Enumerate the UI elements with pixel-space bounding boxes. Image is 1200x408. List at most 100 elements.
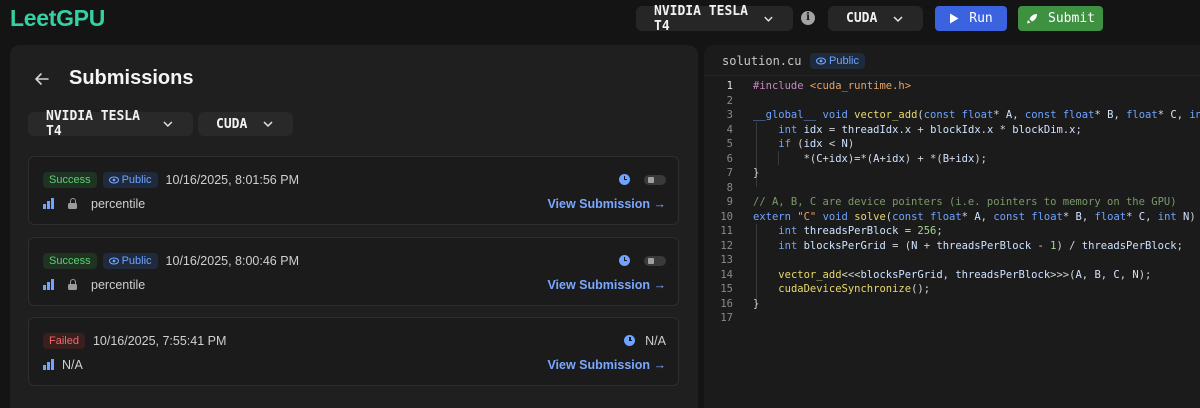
line-number: 2 (726, 94, 733, 107)
line-content: // A, B, C are device pointers (i.e. poi… (753, 196, 1177, 208)
bar-chart-icon (43, 198, 54, 209)
runtime-hidden (644, 174, 666, 185)
lock-icon (648, 176, 654, 183)
code-line: 5 if (idx < N) (704, 137, 1200, 152)
line-content: int threadsPerBlock = 256; (778, 225, 943, 237)
logo[interactable]: LeetGPU (10, 5, 105, 32)
line-content: vector_add<<<blocksPerGrid, threadsPerBl… (778, 268, 1152, 281)
line-content: } (753, 297, 760, 310)
language-select-value: CUDA (846, 11, 878, 26)
line-number: 8 (726, 181, 733, 194)
chevron-down-icon (764, 16, 773, 22)
code-line: 9 // A, B, C are device pointers (i.e. po… (704, 195, 1200, 210)
rocket-icon (1027, 13, 1038, 23)
submission-timestamp: 10/16/2025, 7:55:41 PM (92, 333, 227, 348)
line-number: 4 (726, 123, 733, 136)
chevron-down-icon (263, 121, 273, 128)
code-line: 15 cudaDeviceSynchronize(); (704, 282, 1200, 297)
view-submission-link[interactable]: View Submission → (547, 278, 666, 292)
visibility-label: Public (121, 173, 152, 186)
code-line: 10 extern "C" void solve(const float* A, … (704, 210, 1200, 225)
line-content: int blocksPerGrid = (N + threadsPerBlock… (778, 239, 1183, 252)
gpu-select[interactable]: NVIDIA TESLA T4 (636, 3, 793, 34)
code-line: 1 #include <cuda_runtime.h> (704, 79, 1200, 94)
filter-gpu-select[interactable]: NVIDIA TESLA T4 (28, 109, 193, 139)
line-number: 5 (726, 138, 733, 150)
visibility-badge: Public (102, 252, 158, 269)
line-content: *(C+idx)=*(A+idx) + *(B+idx); (753, 152, 987, 165)
filter-gpu-value: NVIDIA TESLA T4 (46, 109, 140, 139)
line-number: 7 (726, 167, 733, 179)
line-number: 15 (720, 283, 733, 295)
editor-divider (704, 75, 1200, 76)
editor-filename-tab[interactable]: solution.cu (722, 54, 801, 68)
visibility-badge: Public (102, 171, 158, 188)
submission-card: Failed 10/16/2025, 7:55:41 PM N/A N/A Vi… (28, 317, 679, 386)
status-badge: Success (43, 252, 97, 269)
eye-icon (108, 175, 119, 184)
line-content: int idx = threadIdx.x + blockIdx.x * blo… (778, 123, 1082, 136)
line-content: cudaDeviceSynchronize(); (778, 283, 931, 295)
clock-icon (619, 174, 630, 185)
submit-button[interactable]: Submit (1018, 6, 1103, 31)
view-submission-link[interactable]: View Submission → (547, 197, 666, 211)
status-badge: Failed (43, 332, 85, 349)
runtime-hidden (644, 255, 666, 266)
line-content: #include <cuda_runtime.h> (753, 80, 912, 92)
line-content: extern "C" void solve(const float* A, co… (753, 210, 1196, 223)
run-button[interactable]: Run (935, 6, 1007, 31)
code-line: 2 (704, 94, 1200, 109)
code-line: 14 vector_add<<<blocksPerGrid, threadsPe… (704, 268, 1200, 283)
code-area[interactable]: 1 #include <cuda_runtime.h> 2 3 __global__ v… (704, 79, 1200, 326)
submission-timestamp: 10/16/2025, 8:01:56 PM (165, 172, 299, 187)
line-number: 13 (720, 254, 733, 266)
code-line: 11 int threadsPerBlock = 256; (704, 224, 1200, 239)
percentile-value: N/A (62, 357, 83, 372)
play-icon (950, 13, 959, 24)
run-button-label: Run (969, 11, 993, 26)
submission-card: Success Public 10/16/2025, 8:01:56 PM pe… (28, 156, 679, 225)
status-badge: Success (43, 171, 97, 188)
bar-chart-icon (43, 359, 54, 370)
top-bar: LeetGPU NVIDIA TESLA T4 i CUDA Run Submi… (0, 0, 1200, 40)
code-line: 16} (704, 297, 1200, 312)
runtime-value: N/A (645, 333, 666, 348)
line-number: 16 (720, 297, 733, 310)
submission-timestamp: 10/16/2025, 8:00:46 PM (165, 253, 299, 268)
line-number: 3 (726, 109, 733, 121)
filter-language-value: CUDA (216, 116, 248, 132)
clock-icon (619, 255, 630, 266)
line-number: 9 (726, 196, 733, 208)
eye-icon (816, 57, 826, 65)
code-line: 12 int blocksPerGrid = (N + threadsPerBl… (704, 239, 1200, 254)
submission-card: Success Public 10/16/2025, 8:00:46 PM pe… (28, 237, 679, 306)
language-select[interactable]: CUDA (828, 6, 923, 31)
lock-icon (648, 257, 654, 264)
line-content: __global__ void vector_add(const float* … (753, 109, 1200, 121)
visibility-label: Public (121, 254, 152, 267)
view-submission-link[interactable]: View Submission → (547, 358, 666, 372)
bar-chart-icon (43, 279, 54, 290)
lock-icon (68, 198, 77, 209)
eye-icon (108, 256, 119, 265)
clock-icon (624, 335, 636, 346)
editor-visibility-label: Public (829, 55, 859, 67)
submissions-panel: Submissions NVIDIA TESLA T4 CUDA Success… (10, 45, 698, 408)
code-line: 4 int idx = threadIdx.x + blockIdx.x * b… (704, 123, 1200, 138)
code-line: 13 (704, 253, 1200, 268)
percentile-label: percentile (91, 277, 146, 292)
line-content: } (753, 167, 760, 179)
code-line: 7} (704, 166, 1200, 181)
code-line: 6 *(C+idx)=*(A+idx) + *(B+idx); (704, 152, 1200, 167)
back-arrow-icon[interactable] (32, 69, 52, 89)
editor-visibility-badge: Public (810, 53, 865, 69)
line-number: 17 (720, 312, 733, 324)
filter-language-select[interactable]: CUDA (198, 112, 293, 136)
line-number: 6 (726, 152, 733, 165)
code-line: 17 (704, 311, 1200, 326)
gpu-select-value: NVIDIA TESLA T4 (654, 3, 748, 34)
info-icon[interactable]: i (801, 11, 815, 25)
lock-icon (68, 279, 77, 290)
line-number: 12 (720, 239, 733, 252)
line-number: 10 (720, 210, 733, 223)
